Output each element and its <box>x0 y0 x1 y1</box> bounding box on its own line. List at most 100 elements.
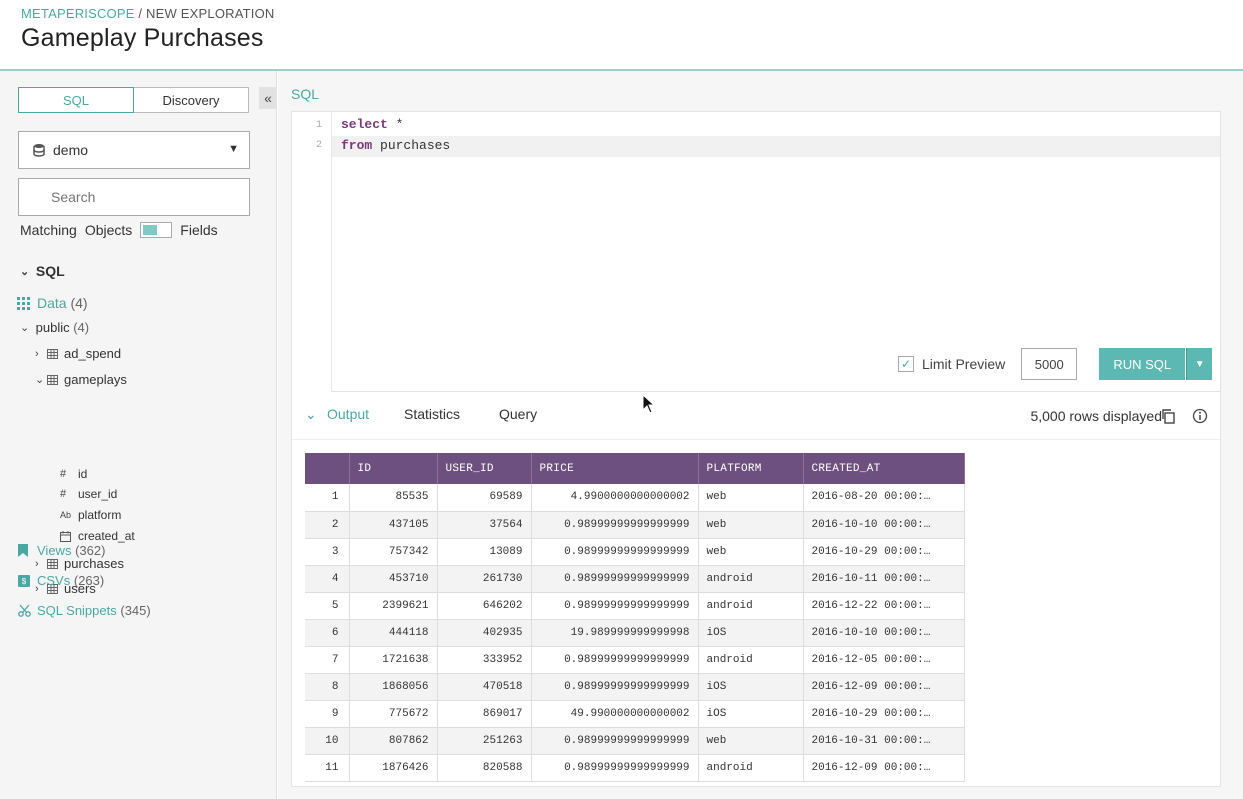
tab-output[interactable]: Output <box>327 406 369 422</box>
field-name: created_at <box>78 529 135 543</box>
grid-icon <box>17 296 30 310</box>
tab-sql-mode[interactable]: SQL <box>18 87 134 113</box>
field-item[interactable]: # id <box>60 467 87 481</box>
caret-down-icon: ▼ <box>1194 358 1205 370</box>
line-gutter: 1 2 <box>292 112 332 393</box>
calendar-icon <box>60 530 71 542</box>
caret-down-icon: ▼ <box>228 143 239 155</box>
cell-price: 19.989999999999998 <box>531 619 699 647</box>
sidebar-item-sql-snippets[interactable]: SQL Snippets (345) <box>18 603 151 618</box>
cell-created-at: 2016-12-09 00:00:… <box>803 673 965 701</box>
cell-platform: iOS <box>698 619 804 647</box>
sidebar: SQL Discovery « demo ▼ Matching Objects … <box>0 71 277 799</box>
column-header-id[interactable]: ID <box>349 453 438 484</box>
chevron-down-icon[interactable]: ⌄ <box>305 406 317 423</box>
check-icon: ✓ <box>900 357 912 371</box>
code-line[interactable]: select * <box>341 117 403 132</box>
run-sql-button[interactable]: RUN SQL <box>1099 348 1186 380</box>
chevron-right-icon: › <box>35 557 39 570</box>
row-index: 1 <box>305 484 350 512</box>
column-header-platform[interactable]: PLATFORM <box>698 453 804 484</box>
table-row[interactable]: 6 444118 402935 19.989999999999998 iOS 2016-1… <box>305 619 965 647</box>
table-ad-spend[interactable]: › ad_spend <box>35 346 121 361</box>
sidebar-item-csvs[interactable]: $ CSVs (263) <box>18 573 104 588</box>
field-item[interactable]: Ab platform <box>60 508 121 522</box>
table-row[interactable]: 8 1868056 470518 0.98999999999999999 iOS 2016… <box>305 673 965 701</box>
copy-icon[interactable] <box>1160 408 1176 424</box>
table-row[interactable]: 1 85535 69589 4.9900000000000002 web 2016-08-… <box>305 484 965 512</box>
search-input[interactable] <box>18 178 250 216</box>
cell-price: 0.98999999999999999 <box>531 727 699 755</box>
cell-price: 0.98999999999999999 <box>531 592 699 620</box>
section-sql-toggle[interactable]: ⌄ SQL <box>20 263 65 279</box>
table-row[interactable]: 3 757342 13089 0.98999999999999999 web 2016-1… <box>305 538 965 566</box>
csvs-label: CSVs <box>37 573 71 588</box>
objects-fields-toggle[interactable] <box>140 222 173 238</box>
table-name: gameplays <box>64 372 127 387</box>
cell-created-at: 2016-10-11 00:00:… <box>803 565 965 593</box>
column-header-price[interactable]: PRICE <box>531 453 699 484</box>
output-tabs: ⌄ Output Statistics Query 5,000 rows dis… <box>292 392 1220 440</box>
limit-preview-checkbox[interactable]: ✓ <box>898 356 914 372</box>
cell-id: 453710 <box>349 565 438 593</box>
table-icon <box>47 348 58 359</box>
column-header-index <box>305 453 350 484</box>
schema-public[interactable]: ⌄ public (4) <box>20 320 89 335</box>
table-row[interactable]: 2 437105 37564 0.98999999999999999 web 2016-1… <box>305 511 965 539</box>
cell-price: 0.98999999999999999 <box>531 511 699 539</box>
table-row[interactable]: 11 1876426 820588 0.98999999999999999 androi… <box>305 754 965 782</box>
number-type-icon: # <box>60 468 67 480</box>
chevron-right-icon: › <box>35 347 39 360</box>
table-purchases[interactable]: › purchases <box>35 556 124 571</box>
row-index: 8 <box>305 673 350 701</box>
double-chevron-left-icon: « <box>264 90 272 106</box>
field-item[interactable]: created_at <box>60 529 135 543</box>
info-icon[interactable] <box>1192 408 1208 424</box>
table-icon <box>47 374 58 385</box>
breadcrumb-link[interactable]: METAPERISCOPE <box>21 6 135 21</box>
tab-statistics[interactable]: Statistics <box>404 406 460 422</box>
cell-platform: android <box>698 592 804 620</box>
cell-price: 0.98999999999999999 <box>531 565 699 593</box>
app-window: METAPERISCOPE / NEW EXPLORATION Gameplay… <box>0 0 1243 799</box>
sql-keyword: from <box>341 138 373 153</box>
cell-user-id: 251263 <box>437 727 532 755</box>
sidebar-item-views[interactable]: Views (362) <box>18 543 105 558</box>
table-row[interactable]: 10 807862 251263 0.98999999999999999 web 2016… <box>305 727 965 755</box>
main-panel: SQL 1 2 select * from purchases ✓ Limit … <box>278 71 1243 799</box>
run-options-dropdown[interactable]: ▼ <box>1186 348 1213 380</box>
table-row[interactable]: 4 453710 261730 0.98999999999999999 android 2… <box>305 565 965 593</box>
field-item[interactable]: # user_id <box>60 487 117 501</box>
cell-id: 1876426 <box>349 754 438 782</box>
limit-input[interactable] <box>1021 348 1078 380</box>
cell-price: 0.98999999999999999 <box>531 754 699 782</box>
collapse-sidebar-button[interactable]: « <box>259 87 277 109</box>
row-index: 7 <box>305 646 350 674</box>
table-gameplays[interactable]: ⌄ gameplays <box>35 372 127 387</box>
cell-user-id: 869017 <box>437 700 532 728</box>
tab-query[interactable]: Query <box>499 406 537 422</box>
column-header-user-id[interactable]: USER_ID <box>437 453 532 484</box>
cell-user-id: 37564 <box>437 511 532 539</box>
cell-platform: iOS <box>698 673 804 701</box>
table-row[interactable]: 5 2399621 646202 0.98999999999999999 android… <box>305 592 965 620</box>
table-name: ad_spend <box>64 346 122 361</box>
code-line[interactable]: from purchases <box>341 138 450 153</box>
csvs-count: (263) <box>73 573 105 588</box>
database-select[interactable]: demo ▼ <box>18 131 250 169</box>
cell-platform: android <box>698 646 804 674</box>
page-title[interactable]: Gameplay Purchases <box>21 24 264 53</box>
sql-text: purchases <box>372 138 451 153</box>
sidebar-item-data[interactable]: Data (4) <box>17 295 88 311</box>
schema-count: (4) <box>73 320 90 335</box>
tab-discovery-mode[interactable]: Discovery <box>134 88 248 112</box>
table-row[interactable]: 9 775672 869017 49.990000000000002 iOS 2016-1… <box>305 700 965 728</box>
cell-user-id: 646202 <box>437 592 532 620</box>
table-row[interactable]: 7 1721638 333952 0.98999999999999999 android… <box>305 646 965 674</box>
cell-created-at: 2016-10-29 00:00:… <box>803 538 965 566</box>
csv-file-icon: $ <box>18 574 30 587</box>
cell-user-id: 402935 <box>437 619 532 647</box>
column-header-created-at[interactable]: CREATED_AT <box>803 453 965 484</box>
results-body: 1 85535 69589 4.9900000000000002 web 2016-08-… <box>305 484 965 782</box>
cell-user-id: 13089 <box>437 538 532 566</box>
